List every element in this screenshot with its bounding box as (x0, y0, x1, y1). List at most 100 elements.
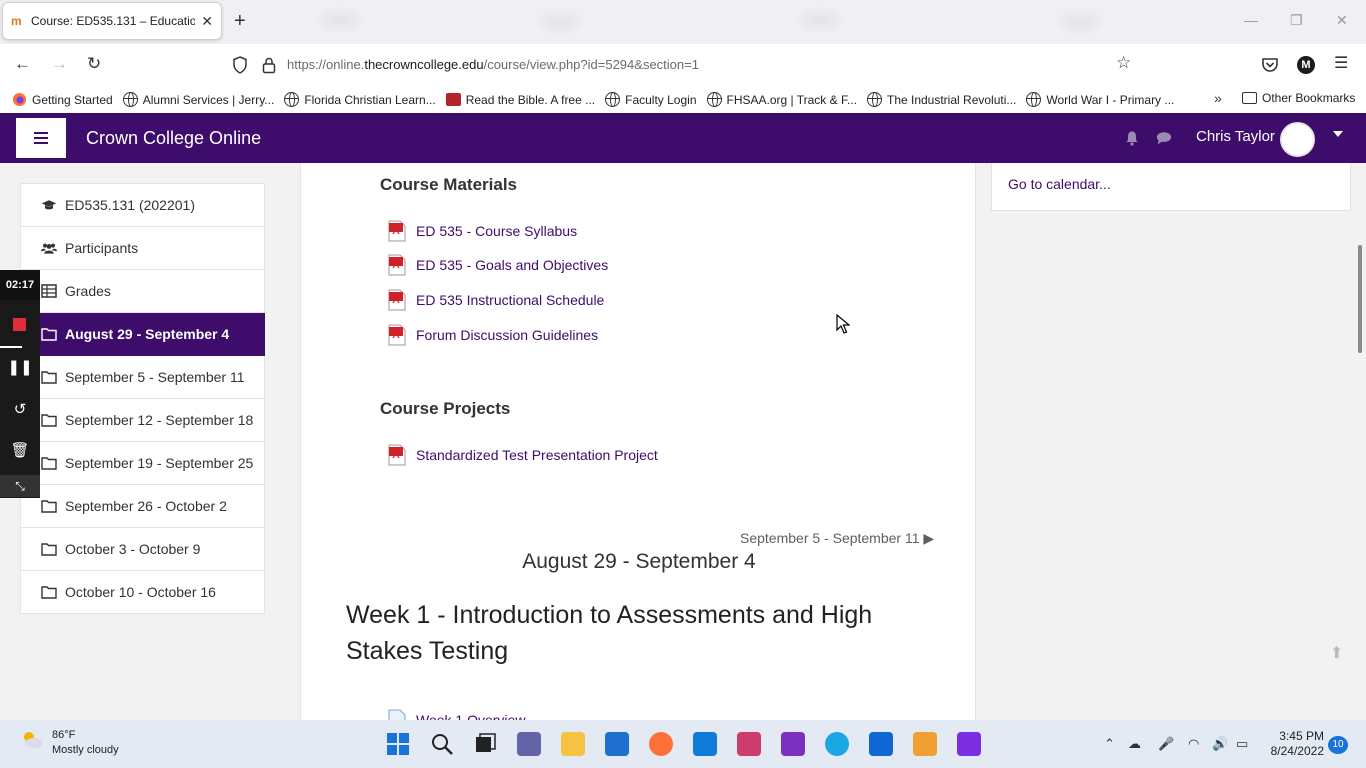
onedrive-icon[interactable]: ☁ (1128, 736, 1141, 752)
tracking-shield-icon[interactable] (232, 56, 248, 74)
weather-widget[interactable]: 86°F Mostly cloudy (20, 728, 119, 758)
globe-icon (284, 92, 300, 107)
page-icon (388, 709, 406, 720)
nav-item-week-aug29[interactable]: August 29 - September 4 (20, 313, 265, 356)
folder-icon (41, 414, 57, 427)
bookmark-read-the-bible[interactable]: Read the Bible. A free ... (445, 93, 595, 107)
task-view-icon[interactable] (473, 732, 497, 756)
partly-cloudy-icon (24, 732, 43, 748)
page-scrollbar[interactable] (1358, 245, 1362, 353)
restore-icon[interactable]: ❐ (1290, 12, 1303, 29)
nav-item-week-oct3[interactable]: October 3 - October 9 (20, 528, 265, 571)
bookmark-faculty-login[interactable]: Faculty Login (605, 92, 697, 107)
nav-item-week-sep19[interactable]: September 19 - September 25 (20, 442, 265, 485)
windows-start-icon[interactable] (386, 732, 410, 756)
show-hidden-icons[interactable]: ⌃ (1104, 736, 1115, 752)
bookmark-florida-christian[interactable]: Florida Christian Learn... (284, 92, 436, 107)
bookmark-getting-started[interactable]: Getting Started (12, 92, 113, 107)
app-icon[interactable] (957, 732, 981, 756)
pocket-icon[interactable] (1261, 56, 1279, 74)
chat-icon[interactable] (517, 732, 541, 756)
moodle-favicon-icon: m (11, 14, 22, 28)
recording-timer: 02:17 (0, 270, 40, 300)
volume-icon[interactable]: 🔊 (1212, 736, 1228, 752)
wifi-icon[interactable]: ◠ (1188, 736, 1199, 752)
microphone-icon[interactable]: 🎤 (1158, 736, 1174, 752)
stop-recording-icon[interactable] (13, 318, 26, 331)
screen-recorder-widget: 02:17 ❚❚ ↺ 🗑 ⤡ (0, 270, 40, 498)
pause-icon[interactable]: ❚❚ (0, 358, 40, 376)
globe-icon (605, 92, 621, 107)
resource-forum-guidelines[interactable]: Forum Discussion Guidelines (387, 324, 598, 346)
close-window-icon[interactable]: ✕ (1336, 12, 1348, 29)
restart-icon[interactable]: ↺ (0, 400, 40, 418)
other-bookmarks[interactable]: Other Bookmarks (1242, 91, 1355, 105)
back-icon[interactable]: ← (14, 54, 31, 74)
user-menu-caret-icon[interactable] (1333, 131, 1343, 137)
weather-condition: Mostly cloudy (52, 744, 119, 756)
trash-icon[interactable]: 🗑 (0, 441, 40, 459)
search-icon[interactable] (430, 732, 454, 756)
messages-icon[interactable] (1156, 130, 1172, 146)
extension-m-icon[interactable]: M (1297, 56, 1315, 74)
resize-icon[interactable]: ⤡ (0, 475, 40, 497)
bell-icon[interactable] (1124, 130, 1140, 146)
pdf-icon (388, 254, 406, 276)
bookmark-star-icon[interactable]: ☆ (1116, 53, 1131, 73)
folder-icon (41, 457, 57, 470)
browser-tab-strip: m Course: ED535.131 – Educationa ✕ + — ❐… (0, 0, 1366, 44)
close-tab-icon[interactable]: ✕ (201, 13, 213, 30)
next-section-link[interactable]: September 5 - September 11 ▶ (740, 530, 934, 547)
nav-item-week-sep26[interactable]: September 26 - October 2 (20, 485, 265, 528)
zoom-icon[interactable] (869, 732, 893, 756)
battery-icon[interactable]: ▭ (1236, 736, 1248, 752)
table-icon (41, 284, 57, 298)
folder-icon (1242, 92, 1257, 104)
lock-icon[interactable] (262, 56, 276, 74)
more-bookmarks-icon[interactable]: » (1214, 90, 1222, 106)
nav-item-course-home[interactable]: ED535.131 (202201) (20, 183, 265, 227)
firefox-taskbar-icon[interactable] (649, 732, 673, 756)
minimize-icon[interactable]: — (1244, 12, 1258, 28)
nav-item-week-sep12[interactable]: September 12 - September 18 (20, 399, 265, 442)
week-title: Week 1 - Introduction to Assessments and… (346, 601, 873, 665)
resource-week1-overview[interactable]: Week 1 Overview (387, 709, 525, 720)
media-icon[interactable] (913, 732, 937, 756)
nav-item-week-sep5[interactable]: September 5 - September 11 (20, 356, 265, 399)
go-to-calendar-link[interactable]: Go to calendar... (1008, 176, 1111, 192)
onenote-icon[interactable] (781, 732, 805, 756)
snipping-tool-icon[interactable] (737, 732, 761, 756)
resource-goals-objectives[interactable]: ED 535 - Goals and Objectives (387, 254, 608, 276)
new-tab-icon[interactable]: + (234, 10, 246, 32)
bookmark-world-war-i[interactable]: World War I - Primary ... (1026, 92, 1174, 107)
edge-icon[interactable] (825, 732, 849, 756)
folder-icon (41, 586, 57, 599)
bookmark-industrial-revolution[interactable]: The Industrial Revoluti... (866, 92, 1016, 107)
site-name[interactable]: Crown College Online (86, 128, 261, 149)
globe-icon (706, 92, 722, 107)
store-icon[interactable] (605, 732, 629, 756)
bookmark-fhsaa[interactable]: FHSAA.org | Track & F... (706, 92, 857, 107)
back-to-top-icon[interactable]: ⬆ (1330, 643, 1343, 663)
user-avatar[interactable] (1280, 122, 1315, 157)
mail-icon[interactable] (693, 732, 717, 756)
resource-course-syllabus[interactable]: ED 535 - Course Syllabus (387, 220, 577, 242)
resource-instructional-schedule[interactable]: ED 535 Instructional Schedule (387, 289, 604, 311)
notification-badge[interactable]: 10 (1328, 736, 1348, 754)
nav-item-week-oct10[interactable]: October 10 - October 16 (20, 571, 265, 614)
nav-item-grades[interactable]: Grades (20, 270, 265, 313)
menu-icon[interactable]: ☰ (1334, 56, 1352, 74)
resource-test-presentation-project[interactable]: Standardized Test Presentation Project (387, 444, 658, 466)
folder-icon (41, 371, 57, 384)
forward-icon[interactable]: → (51, 54, 68, 74)
address-bar[interactable]: https://online.thecrowncollege.edu/cours… (228, 50, 1148, 80)
system-clock[interactable]: 3:45 PM 8/24/2022 (1262, 729, 1324, 759)
user-name[interactable]: Chris Taylor (1196, 128, 1275, 145)
nav-item-participants[interactable]: Participants (20, 227, 265, 270)
file-explorer-icon[interactable] (561, 732, 585, 756)
page-body: ED535.131 (202201) Participants Grades A… (0, 163, 1366, 720)
browser-tab[interactable]: m Course: ED535.131 – Educationa ✕ (2, 2, 222, 40)
drawer-toggle-button[interactable] (16, 118, 66, 158)
bookmark-alumni-services[interactable]: Alumni Services | Jerry... (122, 92, 274, 107)
reload-icon[interactable]: ↻ (87, 54, 101, 74)
